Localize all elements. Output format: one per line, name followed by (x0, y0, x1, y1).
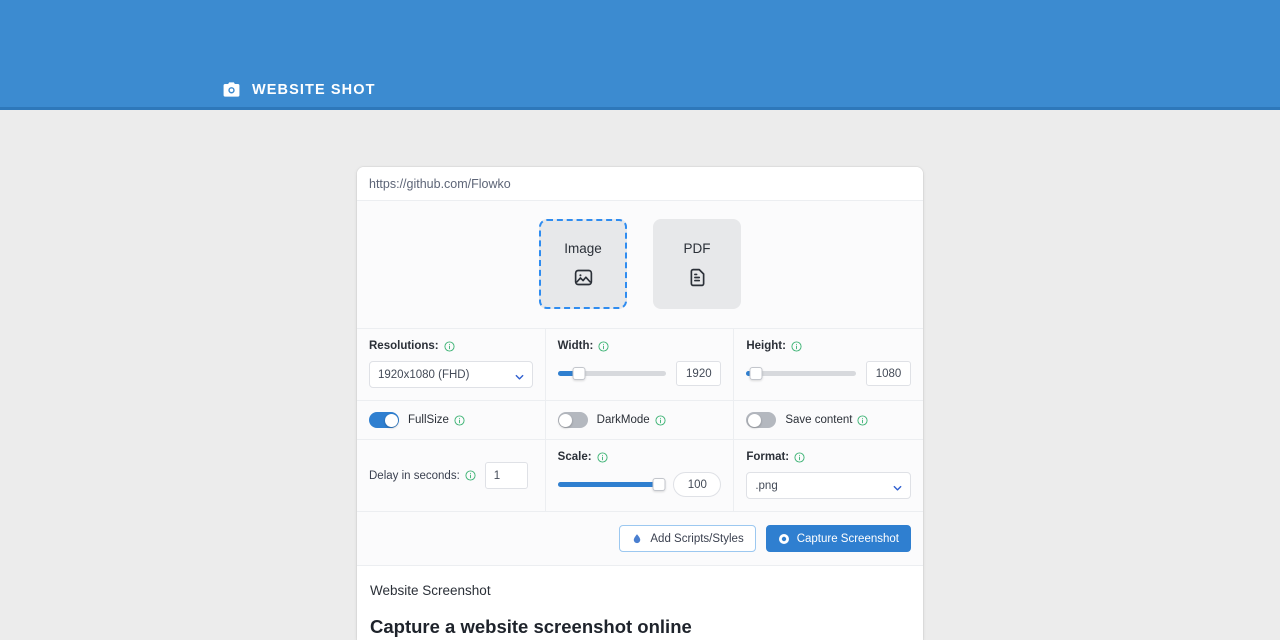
width-control (557, 361, 722, 386)
height-input[interactable] (866, 361, 911, 386)
height-cell: Height: (734, 329, 923, 400)
format-option-image[interactable]: Image (539, 219, 627, 309)
content-section: Website Screenshot Capture a website scr… (357, 566, 923, 640)
scale-label: Scale: (557, 451, 592, 463)
document-icon (687, 267, 708, 288)
content-kicker: Website Screenshot (370, 583, 491, 598)
capture-screenshot-label: Capture Screenshot (796, 532, 899, 545)
info-icon[interactable] (857, 414, 869, 426)
format-select-wrap: .png (746, 472, 911, 499)
height-slider[interactable] (746, 366, 856, 382)
darkmode-cell: DarkMode (546, 401, 735, 439)
resolutions-select[interactable]: 1920x1080 (FHD) (369, 361, 533, 388)
height-slider-track (746, 371, 856, 376)
image-icon (573, 267, 594, 288)
output-options-row: Delay in seconds: Scale: (357, 440, 923, 512)
darkmode-label: DarkMode (596, 414, 650, 426)
save-content-label-group: Save content (785, 414, 869, 426)
format-option-image-label: Image (564, 240, 602, 256)
scale-label-group: Scale: (558, 451, 722, 463)
page-body: Image PDF (0, 110, 1280, 640)
height-control (746, 361, 911, 386)
resolutions-cell: Resolutions: 1920x1080 (FHD) (357, 329, 546, 400)
scale-input[interactable] (673, 472, 722, 497)
fullsize-cell: FullSize (357, 401, 546, 439)
save-content-label: Save content (785, 414, 853, 426)
fullsize-toggle[interactable] (369, 412, 399, 428)
dimensions-row: Resolutions: 1920x1080 (FHD) Width: 1920… (357, 329, 923, 401)
info-icon[interactable] (454, 414, 465, 426)
delay-input[interactable] (484, 462, 528, 489)
info-icon[interactable] (655, 414, 666, 426)
width-label: Width: (557, 340, 594, 352)
site-header: WEBSITE SHOT (0, 0, 1280, 110)
info-icon[interactable] (598, 340, 609, 352)
output-format-picker: Image PDF (357, 201, 923, 329)
width-cell: Width: (546, 329, 735, 400)
width-slider-thumb[interactable] (572, 367, 586, 380)
scale-cell: Scale: (546, 440, 735, 511)
actions-row: Add Scripts/Styles Capture Screenshot (357, 512, 923, 566)
width-input[interactable] (676, 361, 722, 386)
resolutions-select-wrap: 1920x1080 (FHD) (369, 361, 533, 388)
url-bar (357, 167, 923, 201)
toggle-knob (384, 413, 398, 427)
screenshot-tool-card: Image PDF (357, 167, 923, 640)
scale-slider[interactable] (557, 477, 666, 493)
width-slider[interactable] (557, 366, 667, 382)
info-icon[interactable] (465, 470, 476, 481)
format-cell: Format: .png (734, 440, 923, 511)
camera-icon (222, 80, 241, 99)
format-option-pdf-label: PDF (683, 240, 711, 256)
page-title: Capture a website screenshot online (370, 616, 692, 637)
info-icon[interactable] (791, 340, 802, 352)
resolutions-label: Resolutions: (369, 340, 439, 352)
fullsize-label: FullSize (408, 414, 449, 426)
info-icon[interactable] (444, 340, 455, 352)
darkmode-label-group: DarkMode (597, 414, 666, 426)
add-scripts-styles-label: Add Scripts/Styles (650, 532, 744, 545)
toggles-row: FullSize DarkMode Save content (357, 401, 923, 440)
darkmode-toggle[interactable] (557, 412, 588, 428)
height-slider-thumb[interactable] (749, 367, 763, 380)
add-scripts-styles-button[interactable]: Add Scripts/Styles (619, 525, 756, 552)
format-option-pdf[interactable]: PDF (653, 219, 741, 309)
brand-title: WEBSITE SHOT (252, 81, 376, 98)
height-label: Height: (746, 340, 786, 352)
capture-screenshot-button[interactable]: Capture Screenshot (765, 525, 911, 552)
info-icon[interactable] (597, 451, 608, 463)
record-icon (778, 533, 790, 545)
info-icon[interactable] (794, 451, 805, 463)
height-label-group: Height: (746, 340, 911, 352)
toggle-knob (559, 413, 573, 427)
scale-control (557, 472, 722, 497)
save-content-toggle[interactable] (746, 412, 777, 428)
toggle-knob (747, 413, 761, 427)
delay-cell: Delay in seconds: (357, 440, 546, 511)
fullsize-label-group: FullSize (408, 414, 465, 426)
brand-logo[interactable]: WEBSITE SHOT (222, 80, 376, 99)
format-label-group: Format: (746, 451, 911, 463)
resolutions-label-group: Resolutions: (369, 340, 533, 352)
format-label: Format: (746, 451, 790, 463)
save-content-cell: Save content (734, 401, 923, 439)
width-label-group: Width: (558, 340, 722, 352)
ink-drop-icon (631, 533, 643, 545)
delay-label-group: Delay in seconds: (369, 470, 476, 482)
scale-slider-fill (557, 482, 660, 487)
delay-label: Delay in seconds: (369, 469, 460, 482)
scale-slider-thumb[interactable] (652, 478, 666, 491)
url-input[interactable] (369, 176, 911, 191)
format-select[interactable]: .png (746, 472, 911, 499)
